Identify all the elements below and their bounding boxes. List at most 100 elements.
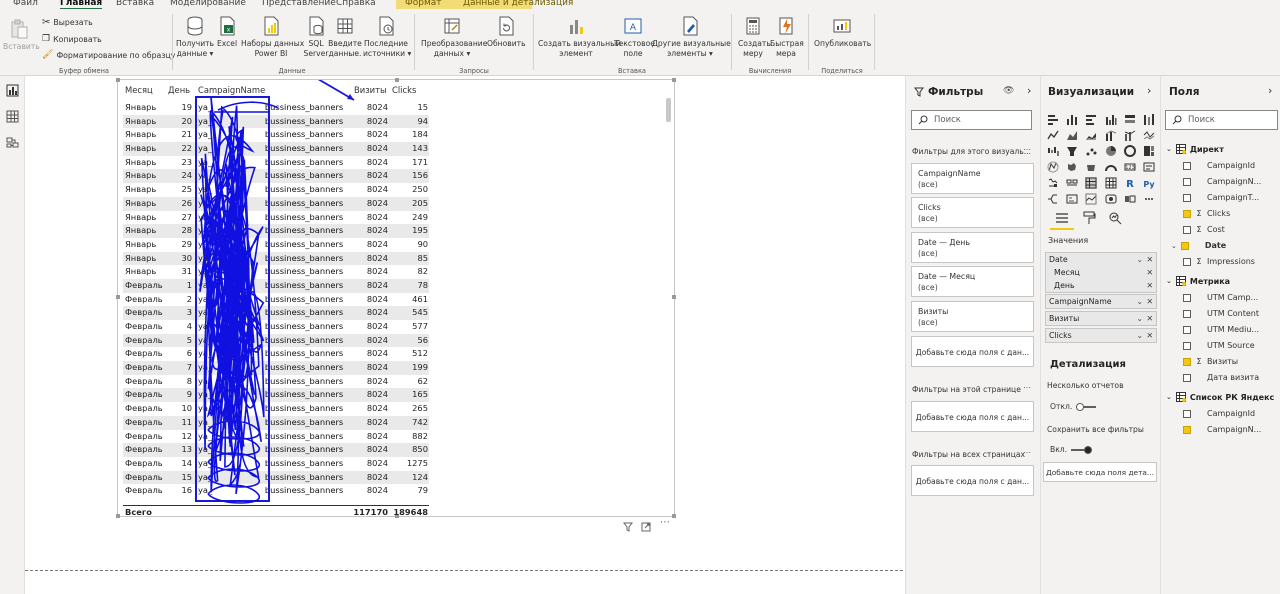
page-filter-dropzone[interactable]: Добавьте сюда поля с дан... <box>911 401 1034 432</box>
filter-icon[interactable] <box>623 522 633 532</box>
line-icon[interactable] <box>1047 129 1059 141</box>
field-item[interactable]: ⌄ Date <box>1171 241 1226 250</box>
close-icon[interactable]: ✕ <box>1146 253 1153 266</box>
collapse-chevron-icon[interactable]: › <box>1147 84 1151 97</box>
filters-search-input[interactable]: Поиск <box>911 110 1032 130</box>
table-row[interactable]: Январь 21 ya_ bussiness_banners 8024 184 <box>123 128 429 142</box>
column-header-clicks[interactable]: Clicks <box>392 85 416 95</box>
well-item-date[interactable]: Date ⌄ ✕ <box>1046 253 1156 266</box>
paste-button[interactable]: Вставить <box>3 19 40 52</box>
close-icon[interactable]: ✕ <box>1146 266 1153 279</box>
table-row[interactable]: Февраль 1 ya_ bussiness_banners 8024 78 <box>123 278 429 293</box>
table-row[interactable]: Февраль 14 ya_ bussiness_banners 8024 1275 <box>123 457 429 471</box>
filled-map-icon[interactable] <box>1066 161 1078 173</box>
resize-handle[interactable] <box>395 78 399 82</box>
column-header-month[interactable]: Месяц <box>125 85 153 95</box>
format-painter-button[interactable]: 🖌 Форматирование по образцу <box>42 50 175 60</box>
cut-button[interactable]: ✂ Вырезать <box>42 17 93 28</box>
field-checkbox[interactable] <box>1183 257 1191 266</box>
line-clustered-icon[interactable] <box>1124 129 1136 141</box>
table-row[interactable]: Январь 24 ya_ bussiness_banners 8024 156 <box>123 169 429 184</box>
cross-report-toggle[interactable]: Откл. <box>1050 402 1097 411</box>
paginated-icon[interactable] <box>1124 193 1136 205</box>
field-table-header[interactable]: ⌄ Метрика <box>1166 276 1230 286</box>
text-box-button[interactable]: A Текстовое поле <box>614 16 655 58</box>
collapse-chevron-icon[interactable]: › <box>1027 84 1031 97</box>
well-item-campaignname[interactable]: CampaignName ⌄ ✕ <box>1045 294 1157 309</box>
well-item-month[interactable]: Месяц ✕ <box>1046 266 1156 279</box>
well-item-clicks[interactable]: Clicks ⌄ ✕ <box>1045 328 1157 343</box>
area-icon[interactable] <box>1066 129 1078 141</box>
field-item[interactable]: Σ Визиты <box>1183 357 1238 366</box>
chevron-down-icon[interactable]: ⌄ <box>1136 253 1143 266</box>
table-row[interactable]: Январь 25 ya_ bussiness_banners 8024 250 <box>123 183 429 197</box>
r-visual-icon[interactable]: R <box>1124 177 1136 189</box>
resize-handle[interactable] <box>672 295 676 299</box>
report-canvas[interactable]: Месяц День CampaignName Визиты Clicks Ян… <box>25 76 905 594</box>
table-row[interactable]: Февраль 11 ya_ bussiness_banners 8024 742 <box>123 415 429 430</box>
field-checkbox[interactable] <box>1183 293 1191 302</box>
field-item[interactable]: Σ Impressions <box>1183 257 1255 266</box>
table-row[interactable]: Январь 30 ya_ bussiness_banners 8024 85 <box>123 251 429 266</box>
ribbon-icon[interactable] <box>1143 129 1155 141</box>
table-row[interactable]: Февраль 9 ya_ bussiness_banners 8024 165 <box>123 388 429 403</box>
multi-row-card-icon[interactable] <box>1143 161 1155 173</box>
tab-modeling[interactable]: Моделирование <box>170 0 246 8</box>
stacked-bar-icon[interactable] <box>1047 113 1059 125</box>
resize-handle[interactable] <box>672 514 676 518</box>
well-item-visits[interactable]: Визиты ⌄ ✕ <box>1045 311 1157 326</box>
clustered-bar-icon[interactable] <box>1085 113 1097 125</box>
chevron-down-icon[interactable]: ⌄ <box>1136 295 1143 308</box>
kpi-icon[interactable] <box>1047 177 1059 189</box>
tab-home[interactable]: Главная <box>60 0 103 10</box>
scatter-icon[interactable] <box>1085 145 1097 157</box>
close-icon[interactable]: ✕ <box>1146 295 1153 308</box>
column-header-campaign[interactable]: CampaignName <box>198 85 265 95</box>
field-item[interactable]: UTM Content <box>1183 309 1259 318</box>
copy-button[interactable]: ❐ Копировать <box>42 34 102 44</box>
more-options-icon[interactable]: ⋯ <box>660 517 670 528</box>
field-checkbox[interactable] <box>1183 409 1191 418</box>
new-measure-button[interactable]: Создать меру <box>738 16 771 58</box>
transform-data-button[interactable]: Преобразование данных ▾ <box>421 16 487 58</box>
table-row[interactable]: Январь 20 ya_ bussiness_banners 8024 94 <box>123 114 429 129</box>
matrix-icon[interactable] <box>1105 177 1117 189</box>
field-item[interactable]: CampaignN... <box>1183 425 1261 434</box>
table-row[interactable]: Февраль 10 ya_ bussiness_banners 8024 265 <box>123 402 429 416</box>
clustered-column-icon[interactable] <box>1105 113 1117 125</box>
python-visual-icon[interactable]: Py <box>1143 177 1155 189</box>
filter-card-date-month[interactable]: Date — Месяц (все) <box>911 266 1034 297</box>
card-icon[interactable]: 123 <box>1124 161 1136 173</box>
fields-well-icon[interactable] <box>1055 211 1069 225</box>
table-icon[interactable] <box>1085 177 1098 189</box>
smart-narrative-icon[interactable] <box>1105 193 1117 205</box>
tab-format[interactable]: Формат <box>405 0 442 8</box>
table-row[interactable]: Январь 26 ya_ bussiness_banners 8024 205 <box>123 196 429 211</box>
table-row[interactable]: Февраль 15 ya_ bussiness_banners 8024 124 <box>123 470 429 485</box>
powerbi-datasets-button[interactable]: Наборы данных Power BI <box>241 16 304 58</box>
table-row[interactable]: Январь 19 ya_ bussiness_banners 8024 15 <box>123 101 429 115</box>
table-row[interactable]: Январь 23 ya_ bussiness_banners 8024 171 <box>123 156 429 170</box>
tab-help[interactable]: Справка <box>336 0 376 8</box>
field-checkbox[interactable] <box>1183 209 1191 218</box>
table-row[interactable]: Январь 28 ya_ bussiness_banners 8024 195 <box>123 224 429 238</box>
field-checkbox[interactable] <box>1183 357 1191 366</box>
table-visual[interactable]: Месяц День CampaignName Визиты Clicks Ян… <box>116 78 676 518</box>
resize-handle[interactable] <box>116 78 120 82</box>
filter-card-campaignname[interactable]: CampaignName (все) <box>911 163 1034 194</box>
field-checkbox[interactable] <box>1183 425 1191 434</box>
table-row[interactable]: Февраль 4 ya_ bussiness_banners 8024 577 <box>123 320 429 334</box>
table-row[interactable]: Февраль 8 ya_ bussiness_banners 8024 62 <box>123 375 429 389</box>
table-row[interactable]: Январь 31 ya_ bussiness_banners 8024 82 <box>123 265 429 279</box>
values-well[interactable]: Date ⌄ ✕ Месяц ✕ День ✕ <box>1045 252 1157 293</box>
donut-icon[interactable] <box>1123 145 1136 157</box>
field-checkbox[interactable] <box>1183 373 1191 382</box>
stacked-column-icon[interactable] <box>1066 113 1078 125</box>
table-scrollbar[interactable] <box>666 98 671 122</box>
model-view-icon[interactable] <box>6 136 19 149</box>
table-row[interactable]: Февраль 6 ya_ bussiness_banners 8024 512 <box>123 347 429 361</box>
field-checkbox[interactable] <box>1183 325 1191 334</box>
treemap-icon[interactable] <box>1143 145 1155 157</box>
shape-map-icon[interactable] <box>1085 161 1097 173</box>
table-row[interactable]: Январь 22 ya_ bussiness_banners 8024 143 <box>123 142 429 156</box>
